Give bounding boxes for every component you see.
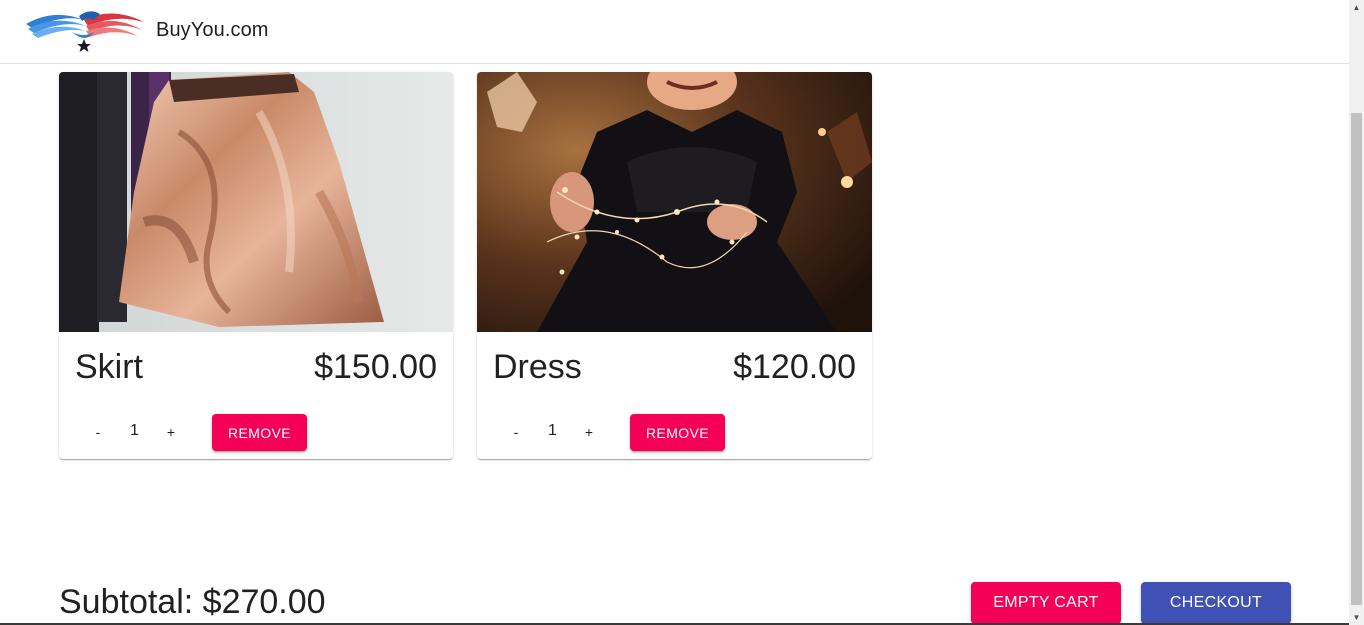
cart-page: BuyYou.com Skirt $150.00 - 1 + REMOVE Dr… [0,0,1364,625]
subtotal-value: $270.00 [202,583,326,621]
skirt-image [59,72,453,332]
increase-quantity-button[interactable]: + [571,414,607,450]
product-name: Skirt [75,348,143,386]
increase-quantity-button[interactable]: + [153,414,189,450]
brand-name[interactable]: BuyYou.com [156,19,269,42]
decrease-quantity-button[interactable]: - [498,414,534,450]
product-price: $120.00 [733,348,856,386]
decrease-quantity-button[interactable]: - [80,414,116,450]
quantity-value: 1 [130,422,139,439]
scroll-up-arrow-icon[interactable]: ▲ [1349,0,1364,15]
eagle-flag-logo-icon[interactable] [24,6,146,54]
scrollbar-thumb[interactable] [1351,113,1362,605]
app-bar: BuyYou.com [0,0,1349,64]
product-card-skirt: Skirt $150.00 - 1 + REMOVE [59,72,453,459]
quantity-value: 1 [548,422,557,439]
checkout-button[interactable]: CHECKOUT [1141,582,1291,624]
remove-item-button[interactable]: REMOVE [212,414,307,451]
product-name: Dress [493,348,582,386]
remove-item-button[interactable]: REMOVE [630,414,725,451]
subtotal-label: Subtotal: [59,583,194,621]
dress-image [477,72,872,332]
vertical-scrollbar[interactable]: ▲ ▼ [1349,0,1364,625]
empty-cart-button[interactable]: EMPTY CART [971,582,1121,624]
product-price: $150.00 [314,348,437,386]
product-card-dress: Dress $120.00 - 1 + REMOVE [477,72,872,459]
scroll-down-arrow-icon[interactable]: ▼ [1349,610,1364,625]
subtotal: Subtotal: $270.00 [59,583,326,622]
